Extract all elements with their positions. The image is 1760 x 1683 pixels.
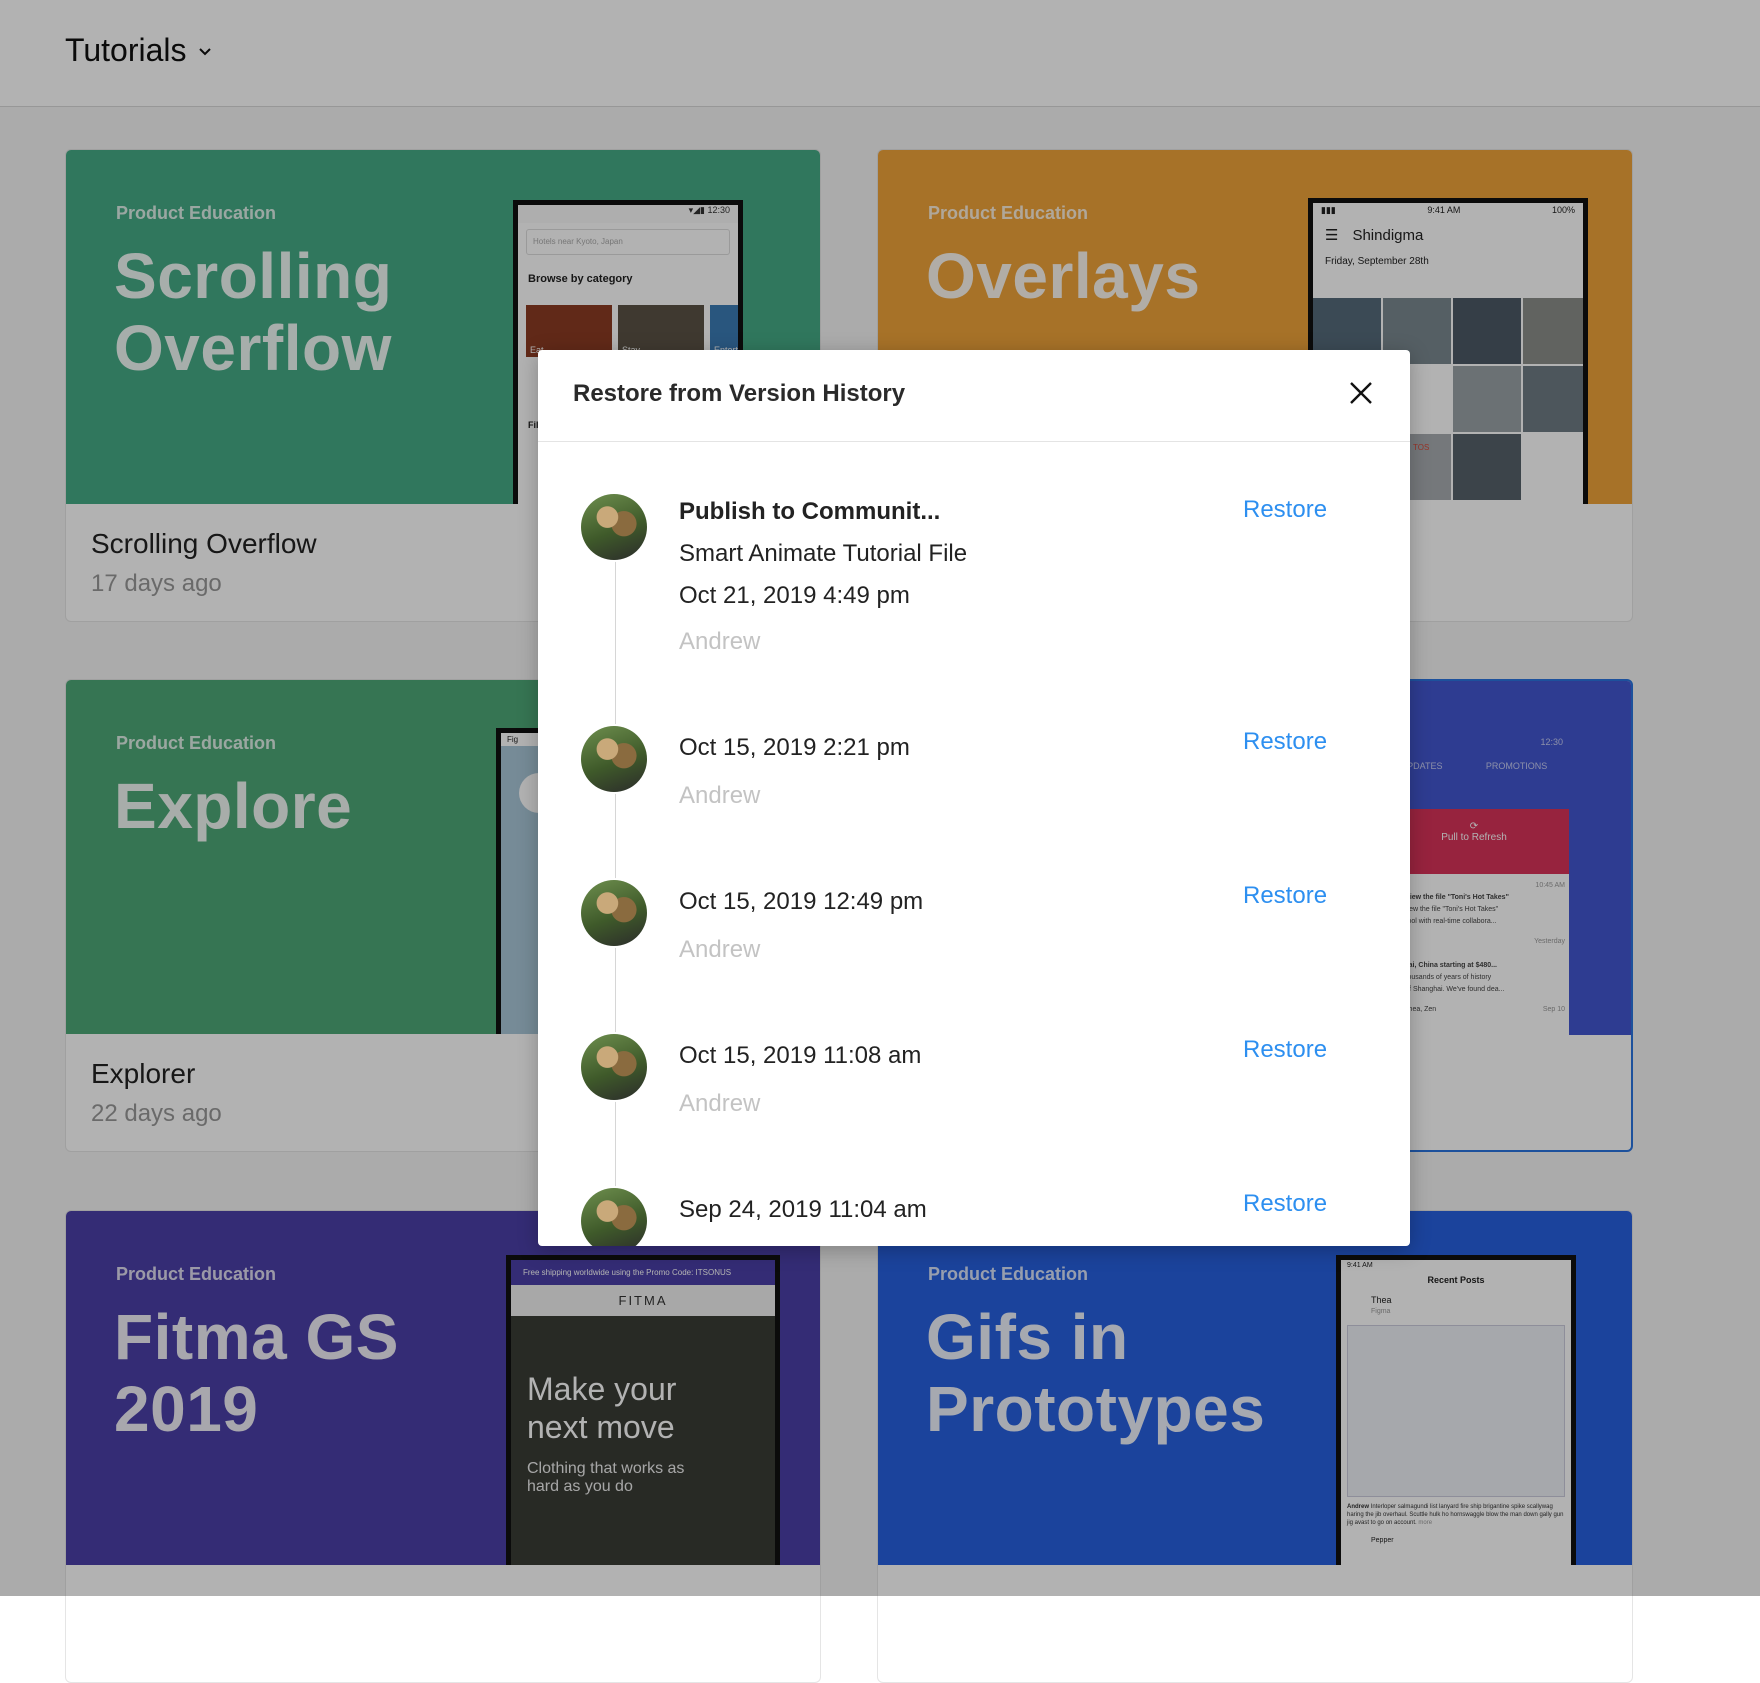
- restore-button[interactable]: Restore: [1243, 882, 1327, 910]
- restore-button[interactable]: Restore: [1243, 1036, 1327, 1064]
- version-list: Publish to Communit... Smart Animate Tut…: [538, 442, 1410, 1246]
- version-date: Sep 24, 2019 11:04 am: [679, 1196, 927, 1223]
- version-author: Andrew: [679, 628, 761, 655]
- version-title: Publish to Communit...: [679, 498, 941, 525]
- version-description: Smart Animate Tutorial File: [679, 540, 968, 567]
- version-date: Oct 15, 2019 11:08 am: [679, 1042, 922, 1069]
- avatar: [581, 726, 647, 792]
- version-date: Oct 15, 2019 2:21 pm: [679, 734, 910, 761]
- close-button[interactable]: [1346, 378, 1376, 408]
- dialog-header: Restore from Version History: [538, 350, 1410, 442]
- version-date: Oct 15, 2019 12:49 pm: [679, 888, 924, 915]
- avatar: [581, 880, 647, 946]
- restore-button[interactable]: Restore: [1243, 1190, 1327, 1218]
- avatar: [581, 1188, 647, 1246]
- dialog-title: Restore from Version History: [573, 380, 906, 407]
- close-icon: [1350, 382, 1372, 404]
- version-history-dialog: Restore from Version History Publish to …: [538, 350, 1410, 1246]
- version-date: Oct 21, 2019 4:49 pm: [679, 582, 910, 609]
- avatar: [581, 494, 647, 560]
- avatar: [581, 1034, 647, 1100]
- restore-button[interactable]: Restore: [1243, 496, 1327, 524]
- restore-button[interactable]: Restore: [1243, 728, 1327, 756]
- version-author: Andrew: [679, 782, 761, 809]
- version-author: Andrew: [679, 936, 761, 963]
- version-author: Andrew: [679, 1090, 761, 1117]
